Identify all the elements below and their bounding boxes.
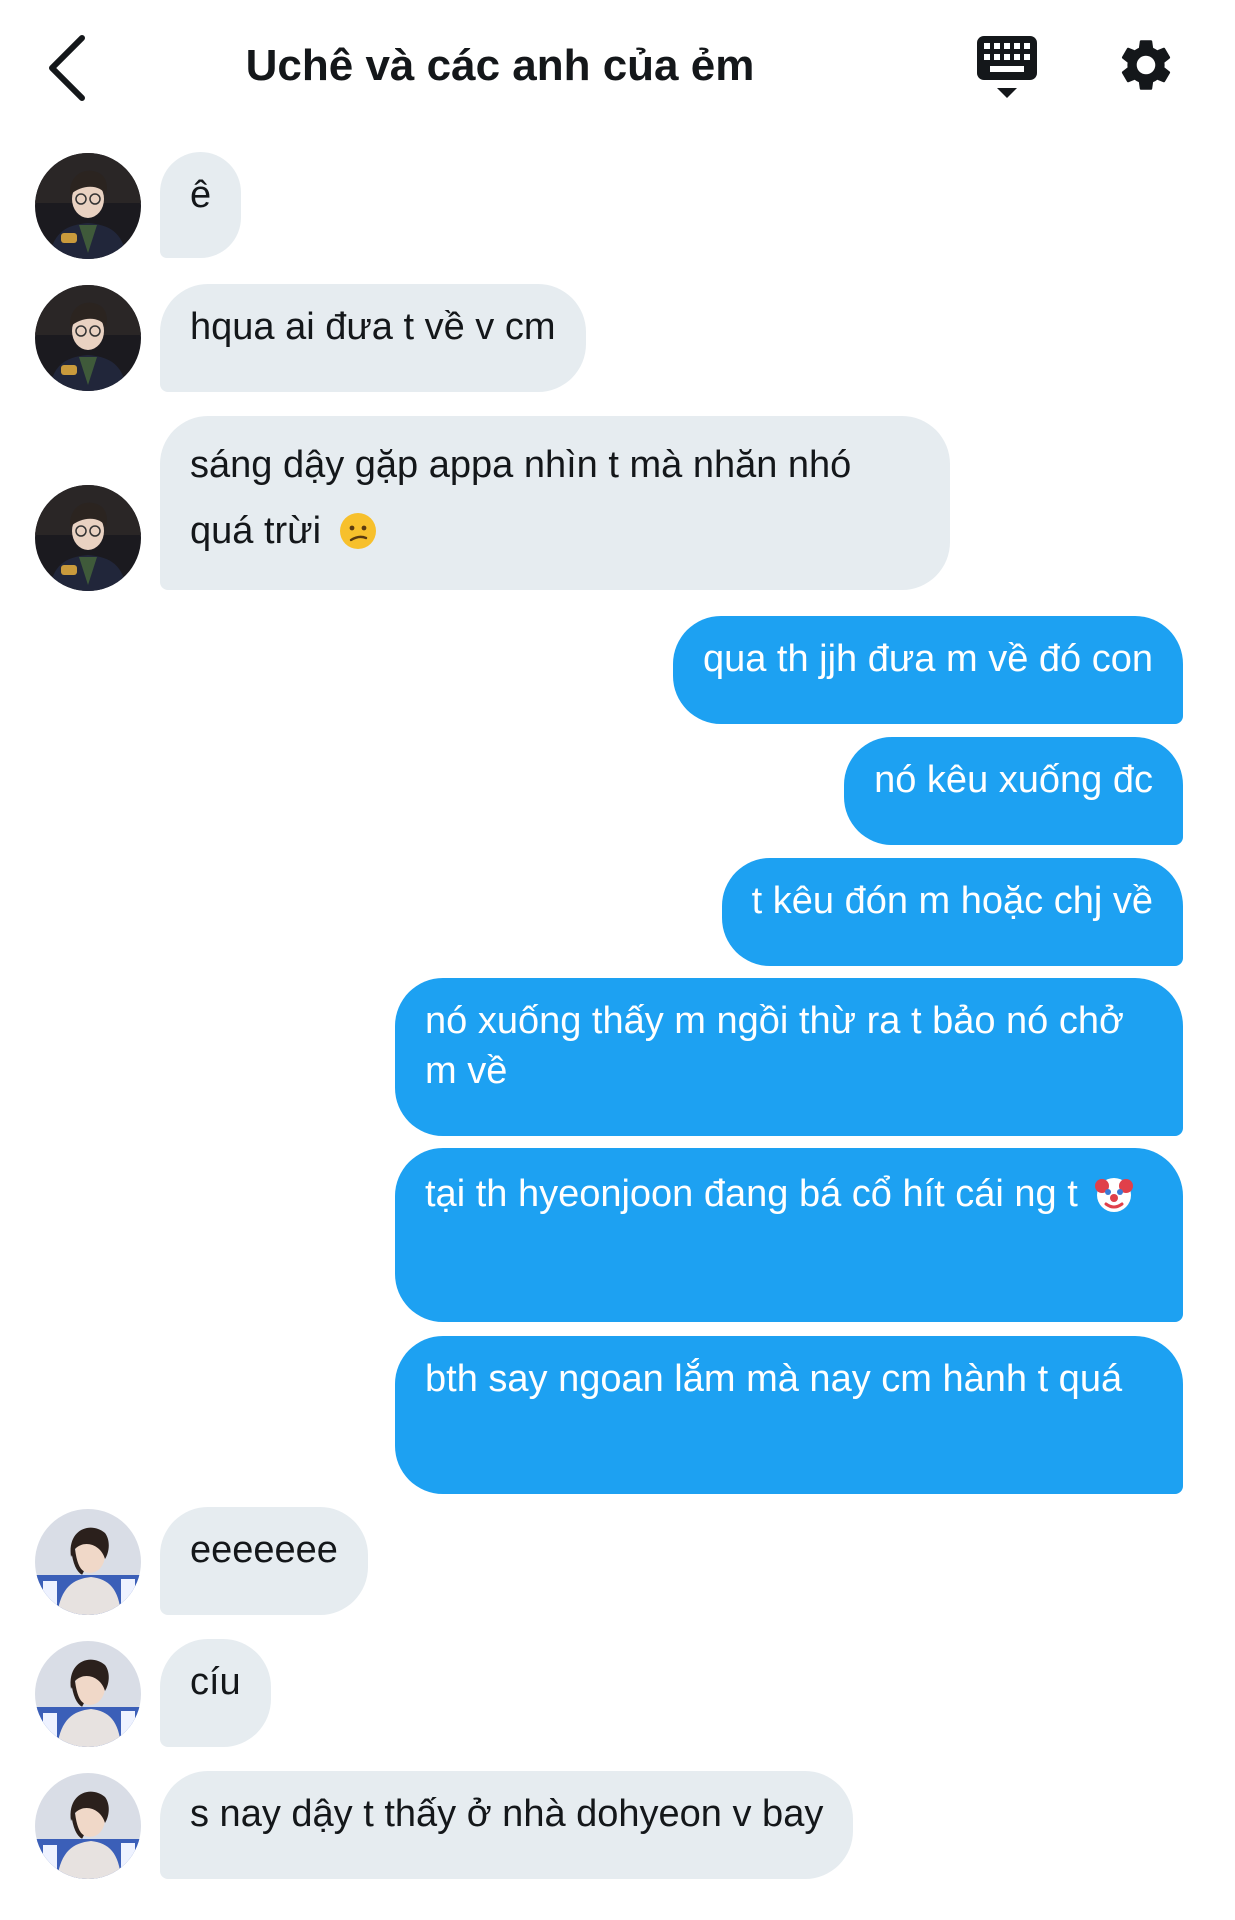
avatar[interactable] — [35, 1509, 141, 1615]
profile-photo — [35, 485, 141, 591]
confused-face-emoji — [339, 513, 376, 549]
chevron-left-icon — [49, 35, 85, 101]
profile-photo — [35, 1509, 141, 1615]
message-text: cíu — [190, 1661, 241, 1703]
outgoing-message[interactable]: nó kêu xuống đc — [844, 737, 1183, 845]
incoming-message[interactable]: s nay dậy t thấy ở nhà dohyeon v bay — [160, 1771, 854, 1879]
outgoing-message[interactable]: nó xuống thấy m ngồi thừ ra t bảo nó chở… — [395, 978, 1183, 1136]
avatar[interactable] — [35, 1773, 141, 1879]
message-text: sáng dậy gặp appa nhìn t mà nhăn nhó quá… — [190, 444, 852, 552]
gear-icon — [1121, 40, 1171, 90]
keyboard-button[interactable] — [975, 34, 1039, 100]
outgoing-message[interactable]: tại th hyeonjoon đang bá cổ hít cái ng t — [395, 1148, 1183, 1322]
outgoing-message[interactable]: bth say ngoan lắm mà nay cm hành t quá — [395, 1336, 1183, 1494]
incoming-message[interactable]: cíu — [160, 1639, 271, 1747]
profile-photo — [35, 1773, 141, 1879]
outgoing-message[interactable]: qua th jjh đưa m về đó con — [672, 616, 1183, 724]
chat-header: Uchê và các anh của ẻm — [0, 0, 1235, 135]
back-button[interactable] — [40, 30, 100, 106]
settings-button[interactable] — [1115, 34, 1177, 96]
message-text: nó kêu xuống đc — [874, 759, 1153, 801]
incoming-message[interactable]: sáng dậy gặp appa nhìn t mà nhăn nhó quá… — [160, 416, 950, 590]
message-text: nó xuống thấy m ngồi thừ ra t bảo nó chở… — [425, 1000, 1124, 1092]
avatar[interactable] — [35, 153, 141, 259]
clown-face-emoji — [1095, 1178, 1134, 1212]
message-text: ê — [190, 174, 212, 216]
profile-photo — [35, 1641, 141, 1747]
conversation-title: Uchê và các anh của ẻm — [245, 41, 755, 90]
avatar[interactable] — [35, 485, 141, 591]
avatar[interactable] — [35, 285, 141, 391]
message-text: tại th hyeonjoon đang bá cổ hít cái ng t — [425, 1173, 1078, 1215]
message-text: qua th jjh đưa m về đó con — [702, 638, 1153, 680]
message-text: bth say ngoan lắm mà nay cm hành t quá — [425, 1358, 1123, 1400]
message-text: eeeeeee — [190, 1529, 338, 1571]
incoming-message[interactable]: hqua ai đưa t về v cm — [160, 284, 586, 392]
message-text: s nay dậy t thấy ở nhà dohyeon v bay — [190, 1793, 824, 1835]
message-text: t kêu đón m hoặc chj về — [751, 880, 1153, 922]
incoming-message[interactable]: ê — [160, 152, 242, 258]
profile-photo — [35, 285, 141, 391]
outgoing-message[interactable]: t kêu đón m hoặc chj về — [721, 858, 1183, 966]
avatar[interactable] — [35, 1641, 141, 1747]
keyboard-icon — [977, 36, 1037, 98]
message-text: hqua ai đưa t về v cm — [190, 306, 556, 348]
incoming-message[interactable]: eeeeeee — [160, 1507, 368, 1615]
profile-photo — [35, 153, 141, 259]
